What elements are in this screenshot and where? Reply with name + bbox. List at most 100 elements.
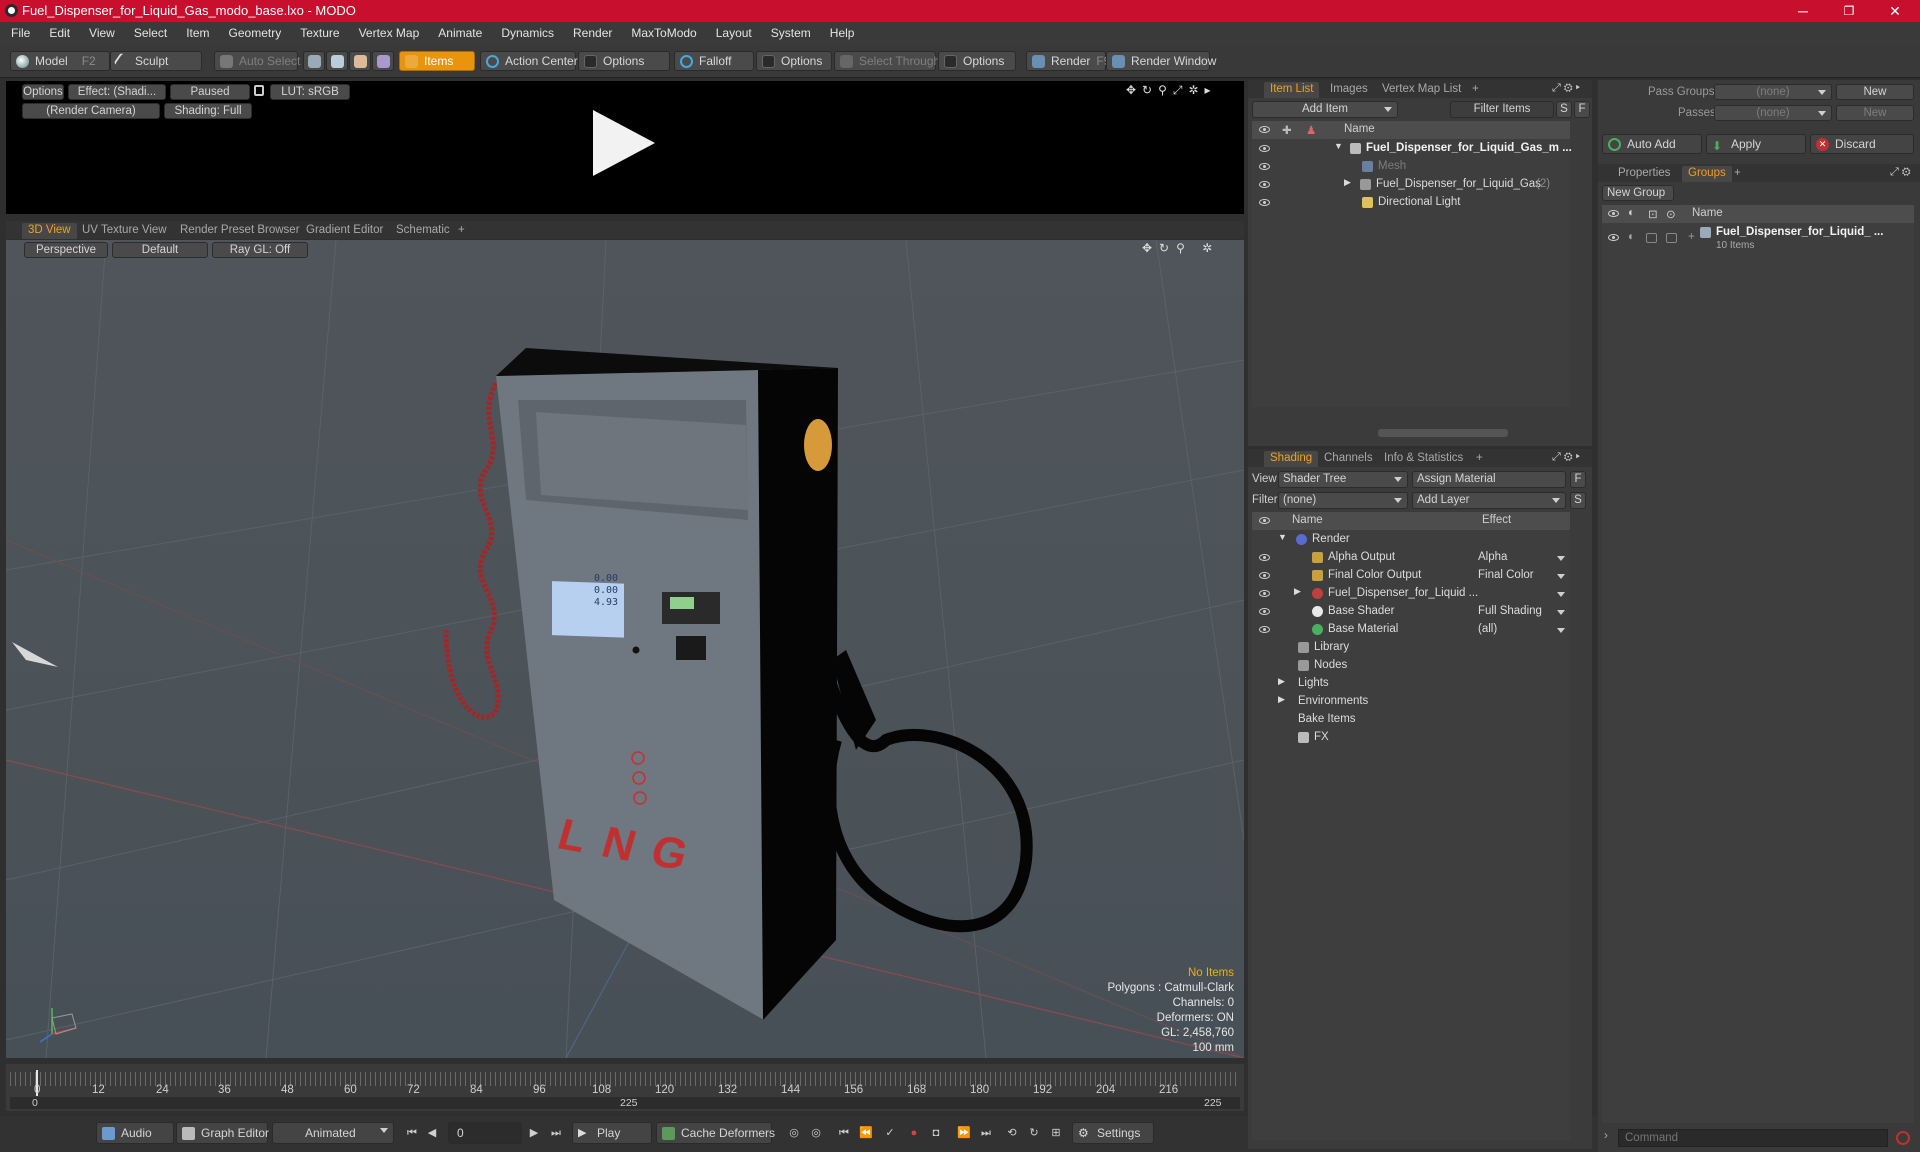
eye-icon[interactable] [1259,626,1270,633]
falloff-options-button[interactable]: Options [756,51,832,71]
menu-maxtomodo[interactable]: MaxToModo [620,22,704,40]
shader-row-environments[interactable]: ▶ Environments [1252,693,1570,711]
vertices-mode-button[interactable] [303,51,325,71]
shading-s-button[interactable]: S [1570,492,1586,509]
key-icon[interactable]: ◎ [786,1125,802,1141]
filter-dropdown[interactable]: (none) [1278,492,1408,509]
shader-row-lights[interactable]: ▶ Lights [1252,675,1570,693]
tree-row-group[interactable]: ▶ Fuel_Dispenser_for_Liquid_Gas (2) [1252,176,1570,194]
eye-icon[interactable] [1259,572,1270,579]
eye-icon[interactable] [1259,163,1270,170]
preview-camera-dropdown[interactable]: (Render Camera) [22,103,160,119]
render-button[interactable]: Render F9 [1026,51,1110,71]
menu-texture[interactable]: Texture [289,22,347,40]
new-pass-button[interactable]: New [1836,105,1914,121]
maximize-button[interactable]: ❐ [1826,0,1872,22]
shader-row-fx[interactable]: FX [1252,729,1570,747]
shading-f-button[interactable]: F [1570,471,1586,488]
shader-row-nodes[interactable]: Nodes [1252,657,1570,675]
select-through-button[interactable]: Select Through [834,51,940,71]
directional-light-icon[interactable] [12,642,58,667]
audio-button[interactable]: Audio [96,1122,174,1144]
tab-properties[interactable]: Properties [1612,166,1676,182]
effect-dropdown[interactable] [1478,587,1570,603]
expand-arrow-icon[interactable]: ▶ [1294,586,1301,597]
eye-icon[interactable] [1259,590,1270,597]
add-tab-button[interactable]: + [1466,82,1485,98]
tab-shading[interactable]: Shading [1264,451,1319,467]
expand-plus-icon[interactable]: + [1688,231,1695,243]
preview-shading-dropdown[interactable]: Shading: Full [164,103,252,119]
add-tab-button[interactable]: + [452,223,471,239]
edges-mode-button[interactable] [326,51,348,71]
tab-uv-texture-view[interactable]: UV Texture View [76,223,173,239]
animated-dropdown[interactable]: Animated [272,1122,394,1144]
sculpt-mode-button[interactable]: Sculpt [110,51,202,71]
menu-vertex-map[interactable]: Vertex Map [348,22,428,40]
preview-paused-button[interactable]: Paused [170,84,250,100]
new-group-button[interactable]: New Group [1602,185,1674,201]
minimize-button[interactable]: ─ [1780,0,1826,22]
expand-arrow-icon[interactable]: ▶ [1278,694,1285,705]
add-item-dropdown[interactable]: Add Item [1252,101,1398,118]
expand-arrow-icon[interactable]: ▶ [1278,676,1285,687]
tab-item-list[interactable]: Item List [1264,82,1320,98]
panel-options-icons[interactable]: ⤢⚙▸ [1552,451,1583,464]
preview-options-button[interactable]: Options [22,84,64,100]
graph-editor-button[interactable]: Graph Editor [176,1122,269,1144]
close-button[interactable]: ✕ [1872,0,1918,22]
filter-s-button[interactable]: S [1556,101,1572,118]
skip-end-icon[interactable]: ⏭ [548,1125,564,1141]
next-key-icon[interactable]: ⏩ [956,1125,972,1141]
command-input[interactable] [1618,1129,1888,1147]
menu-dynamics[interactable]: Dynamics [490,22,562,40]
menu-animate[interactable]: Animate [427,22,490,40]
effect-dropdown[interactable]: Final Color [1478,569,1570,585]
raygl-dropdown[interactable]: Ray GL: Off [212,242,308,258]
passes-dropdown[interactable]: (none) [1714,105,1832,121]
menu-help[interactable]: Help [819,22,863,40]
eye-icon[interactable] [1259,145,1270,152]
preview-effect-dropdown[interactable]: Effect: (Shadi... [68,84,166,100]
collapse-arrow-icon[interactable]: ▼ [1334,141,1343,151]
lock-icon[interactable] [254,85,264,96]
lock-checkbox[interactable] [1646,233,1657,243]
render-toggle-icon[interactable]: ◐ [1628,231,1635,243]
menu-select[interactable]: Select [123,22,175,40]
menu-file[interactable]: File [0,22,38,40]
auto-add-button[interactable]: Auto Add [1602,134,1702,154]
menu-layout[interactable]: Layout [705,22,760,40]
sync-icon[interactable]: ⟲ [1004,1125,1020,1141]
settings-button[interactable]: ⚙ Settings [1072,1122,1154,1144]
effect-dropdown[interactable]: Full Shading [1478,605,1570,621]
shader-row-material-group[interactable]: ▶ Fuel_Dispenser_for_Liquid ... [1252,585,1570,603]
add-layer-dropdown[interactable]: Add Layer [1412,492,1566,509]
discard-button[interactable]: ✕ Discard [1810,134,1914,154]
prev-key-icon[interactable]: ⏮ [836,1125,852,1141]
render-window-button[interactable]: Render Window [1106,51,1216,71]
eye-icon[interactable] [1259,181,1270,188]
apply-button[interactable]: ⬇ Apply [1706,134,1806,154]
horizontal-scrollbar[interactable] [1378,429,1508,437]
eye-icon[interactable] [1259,199,1270,206]
tab-gradient-editor[interactable]: Gradient Editor [300,223,389,239]
tab-info-statistics[interactable]: Info & Statistics [1378,451,1469,467]
shader-row-bake-items[interactable]: Bake Items [1252,711,1570,729]
default-dropdown[interactable]: Default [112,242,208,258]
play-icon[interactable] [593,110,655,176]
viewport-nav-icons[interactable]: ✥↻⚲ ✲ [1142,241,1219,255]
key-all-icon[interactable]: ◎ [808,1125,824,1141]
loop-icon[interactable]: ◘ [928,1125,944,1141]
action-center-button[interactable]: Action Center [480,51,578,71]
next-key2-icon[interactable]: ⏭ [978,1125,994,1141]
skip-start-icon[interactable]: ⏮ [404,1125,420,1141]
expand-arrow-icon[interactable]: ▶ [1344,177,1351,188]
tab-groups[interactable]: Groups [1682,166,1732,182]
prev-key2-icon[interactable]: ⏪ [858,1125,874,1141]
menu-system[interactable]: System [760,22,819,40]
tree-row-mesh[interactable]: Mesh [1252,158,1570,176]
preview-nav-icons[interactable]: ✥↻⚲⤢✲▸ [1126,83,1217,98]
tab-images[interactable]: Images [1324,82,1374,98]
menu-view[interactable]: View [78,22,123,40]
assign-material-button[interactable]: Assign Material [1412,471,1566,488]
